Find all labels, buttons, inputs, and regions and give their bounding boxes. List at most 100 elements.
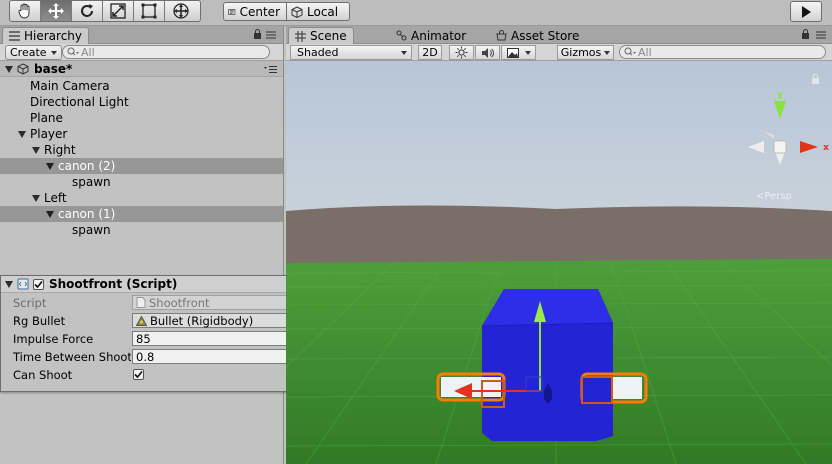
expand-arrow-icon[interactable] (46, 162, 54, 170)
tab-hierarchy[interactable]: Hierarchy (2, 27, 90, 44)
scene-toolbar: Shaded 2D Gizmos All (286, 44, 832, 61)
chevron-down-icon (401, 50, 407, 55)
hierarchy-item-main-camera[interactable]: Main Camera (0, 78, 283, 94)
2d-mode-label: 2D (422, 46, 438, 59)
pivot-rotation-toggle[interactable]: Local (286, 2, 350, 21)
hierarchy-panel: Hierarchy Create All base* Main Camera D… (0, 26, 284, 464)
hierarchy-tab-bar: Hierarchy (0, 26, 283, 44)
move-tool-button[interactable] (41, 1, 72, 21)
speaker-icon (482, 47, 494, 58)
local-cube-icon (291, 5, 303, 18)
checkmark-icon (134, 370, 143, 379)
play-button[interactable] (790, 1, 822, 22)
gizmos-dropdown[interactable]: Gizmos (557, 45, 614, 60)
property-label: Can Shoot (13, 367, 73, 382)
tab-animator[interactable]: Animator (390, 27, 472, 44)
2d-mode-toggle[interactable]: 2D (418, 45, 442, 60)
animator-icon (396, 30, 407, 41)
hierarchy-item-label: Right (44, 143, 76, 157)
lock-icon[interactable] (801, 29, 810, 39)
hierarchy-item-plane[interactable]: Plane (0, 110, 283, 126)
scene-viewport[interactable]: y x <Persp (286, 61, 832, 464)
skybox (286, 61, 832, 221)
horizon-ground (286, 205, 832, 266)
hierarchy-list-icon (9, 31, 20, 41)
hand-tool-button[interactable] (10, 1, 41, 21)
unity-scene-icon (17, 63, 29, 75)
scene-menu-icon[interactable] (264, 66, 277, 73)
rg-bullet-field[interactable]: Bullet (Rigidbody) (132, 313, 298, 328)
hierarchy-item-right[interactable]: Right (0, 142, 283, 158)
scale-tool-button[interactable] (103, 1, 134, 21)
pivot-mode-toggle[interactable]: Center (223, 2, 287, 21)
panel-menu-icon[interactable] (266, 31, 276, 39)
main-toolbar: Center Local (0, 0, 832, 26)
shading-mode-dropdown[interactable]: Shaded (290, 45, 412, 60)
gizmos-label: Gizmos (560, 46, 602, 59)
image-effects-icon (506, 47, 519, 58)
rect-tool-button[interactable] (134, 1, 165, 21)
component-enabled-checkbox[interactable] (33, 278, 44, 290)
hierarchy-item-label: canon (1) (58, 207, 116, 221)
property-label: Rg Bullet (13, 313, 66, 328)
gizmo-persp-label[interactable]: <Persp (756, 191, 792, 202)
hierarchy-item-label: Plane (30, 111, 63, 125)
tab-scene[interactable]: Scene (288, 27, 354, 44)
expand-arrow-icon[interactable] (32, 194, 40, 202)
hierarchy-item-canon-2[interactable]: canon (2) (0, 158, 283, 174)
property-row-impulse-force: Impulse Force 85 (13, 330, 319, 347)
scene-grid-icon (295, 30, 306, 42)
gizmo-y-label: y (777, 90, 783, 100)
scene-search-placeholder: All (638, 45, 652, 59)
transform-tools (9, 0, 201, 22)
transform-tool-button[interactable] (165, 1, 196, 21)
foldout-arrow-icon[interactable] (5, 280, 13, 288)
property-row-can-shoot: Can Shoot (13, 366, 319, 383)
search-icon (67, 47, 79, 56)
expand-arrow-icon[interactable] (46, 210, 54, 218)
scene-search-input[interactable]: All (619, 45, 826, 59)
expand-arrow-icon[interactable] (32, 146, 40, 154)
hierarchy-item-directional-light[interactable]: Directional Light (0, 94, 283, 110)
expand-arrow-icon[interactable] (5, 66, 13, 73)
hierarchy-item-label: Directional Light (30, 95, 129, 109)
create-dropdown[interactable]: Create (5, 45, 62, 60)
property-row-rg-bullet: Rg Bullet Bullet (Rigidbody) (13, 312, 319, 329)
hierarchy-item-canon-1[interactable]: canon (1) (0, 206, 283, 222)
rotate-tool-icon (81, 4, 93, 17)
cube-top-face (482, 289, 613, 326)
scene-tab-bar: Scene Animator Asset Store (286, 26, 832, 44)
lock-icon[interactable] (253, 29, 262, 39)
scene-audio-toggle[interactable] (475, 45, 500, 60)
transform-tool-icon (172, 3, 189, 19)
hierarchy-search-input[interactable]: All (62, 45, 270, 59)
right-canon-edge (581, 376, 613, 404)
scene-panel: Scene Animator Asset Store Shaded 2D Giz… (286, 26, 832, 464)
can-shoot-checkbox[interactable] (133, 369, 144, 380)
scene-root-row[interactable]: base* (0, 61, 283, 77)
hierarchy-tab-label: Hierarchy (24, 29, 83, 43)
hierarchy-item-label: spawn (72, 175, 111, 189)
sun-icon (455, 46, 468, 59)
scene-name: base* (34, 62, 73, 76)
panel-menu-icon[interactable] (816, 31, 826, 39)
hierarchy-item-left[interactable]: Left (0, 190, 283, 206)
hierarchy-item-player[interactable]: Player (0, 126, 283, 142)
scene-effects-dropdown[interactable] (501, 45, 536, 60)
rotate-tool-button[interactable] (72, 1, 103, 21)
script-field: Shootfront (132, 295, 298, 310)
rect-tool-icon (141, 3, 157, 19)
checkmark-icon (34, 280, 43, 288)
hierarchy-item-label: spawn (72, 223, 111, 237)
expand-arrow-icon[interactable] (18, 130, 26, 138)
hierarchy-item-spawn[interactable]: spawn (0, 222, 283, 238)
search-icon (624, 47, 636, 56)
tab-asset-store[interactable]: Asset Store (490, 27, 585, 44)
scene-lighting-toggle[interactable] (449, 45, 474, 60)
property-row-script: Script Shootfront (13, 294, 319, 311)
hierarchy-item-label: Main Camera (30, 79, 110, 93)
component-header[interactable]: Shootfront (Script) ? (1, 276, 321, 293)
scene-tab-label: Scene (310, 29, 347, 43)
property-label: Impulse Force (13, 331, 94, 346)
hierarchy-item-spawn[interactable]: spawn (0, 174, 283, 190)
